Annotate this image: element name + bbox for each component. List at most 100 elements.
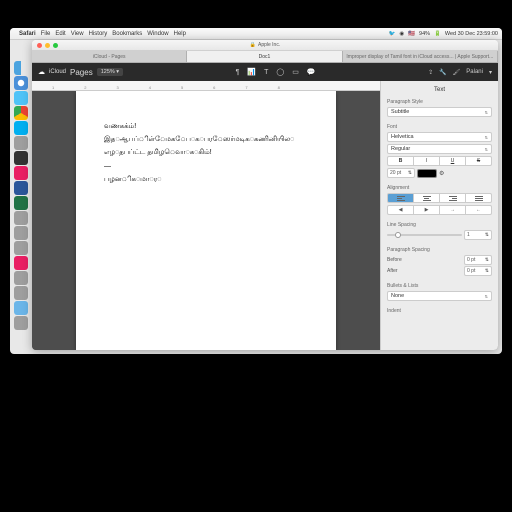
rtl-button[interactable]: ← xyxy=(466,205,492,215)
menu-history[interactable]: History xyxy=(89,31,108,37)
app-name[interactable]: Safari xyxy=(19,31,36,37)
italic-button[interactable]: I xyxy=(414,156,440,166)
para-spacing-label: Paragraph Spacing xyxy=(387,247,492,253)
font-weight-select[interactable]: Regular⇅ xyxy=(387,144,492,154)
line-spacing-label: Line Spacing xyxy=(387,222,492,228)
para-style-label: Paragraph Style xyxy=(387,99,492,105)
wifi-icon[interactable]: ◉ xyxy=(399,31,404,37)
desktop: Safari File Edit View History Bookmarks … xyxy=(10,28,502,354)
menubar-left: Safari File Edit View History Bookmarks … xyxy=(14,31,186,37)
indent-button[interactable]: ▶ xyxy=(414,205,440,215)
user-name[interactable]: Palani xyxy=(466,69,483,75)
font-family-select[interactable]: Helvetica⇅ xyxy=(387,132,492,142)
image-icon[interactable]: ▭ xyxy=(292,68,299,76)
align-justify-button[interactable] xyxy=(466,193,492,203)
battery-icon[interactable]: 🔋 xyxy=(434,31,441,37)
chart-icon[interactable]: 📊 xyxy=(247,68,256,76)
window-titlebar: 🔒 Apple Inc. xyxy=(32,40,498,51)
style-button-row: B I U S xyxy=(387,156,492,166)
document-page[interactable]: வணகக்ம்! இத◌ஆபப்ிள்ேமக◌ேப◌க◌பர◌ேஸர்மடிக◌… xyxy=(76,91,336,350)
comment-icon[interactable]: 💬 xyxy=(307,68,316,76)
dock xyxy=(11,58,31,348)
lock-icon: 🔒 xyxy=(250,42,256,48)
dock-app-icon[interactable] xyxy=(14,226,28,240)
document-scroll[interactable]: வணகக்ம்! இத◌ஆபப்ிள்ேமக◌ேப◌க◌பர◌ேஸர்மடிக◌… xyxy=(32,91,380,350)
flag-icon[interactable]: 🇺🇸 xyxy=(408,31,415,37)
menu-bookmarks[interactable]: Bookmarks xyxy=(112,31,142,37)
dock-app-icon[interactable] xyxy=(14,136,28,150)
after-stepper[interactable]: 0 pt⇅ xyxy=(464,266,492,276)
dock-itunes-icon[interactable] xyxy=(14,256,28,270)
dock-skype-icon[interactable] xyxy=(14,121,28,135)
indent-row: ◀ ▶ → ← xyxy=(387,205,492,215)
tab-doc1[interactable]: Doc1 xyxy=(187,51,342,62)
dock-app-icon[interactable] xyxy=(14,286,28,300)
zoom-button[interactable] xyxy=(53,43,58,48)
datetime[interactable]: Wed 30 Dec 23:59:00 xyxy=(445,31,498,37)
traffic-lights xyxy=(37,43,58,48)
chevron-updown-icon: ⇅ xyxy=(485,110,488,115)
pages-center-tools: ¶ 📊 T ◯ ▭ 💬 xyxy=(236,68,316,76)
menu-file[interactable]: File xyxy=(41,31,51,37)
tab-icloud-pages[interactable]: iCloud - Pages xyxy=(32,51,187,62)
safari-window: 🔒 Apple Inc. iCloud - Pages Doc1 Imprope… xyxy=(32,40,498,350)
underline-button[interactable]: U xyxy=(440,156,466,166)
dock-safari-icon[interactable] xyxy=(14,76,28,90)
shape-icon[interactable]: ◯ xyxy=(276,68,284,76)
dock-downloads-icon[interactable] xyxy=(14,301,28,315)
menu-help[interactable]: Help xyxy=(174,31,186,37)
tab-support[interactable]: Improper display of Tamil font in iCloud… xyxy=(343,51,498,62)
before-stepper[interactable]: 0 pt⇅ xyxy=(464,255,492,265)
dock-word-icon[interactable] xyxy=(14,181,28,195)
indent-label: Indent xyxy=(387,308,492,314)
color-swatch[interactable] xyxy=(417,169,437,178)
dock-terminal-icon[interactable] xyxy=(14,151,28,165)
dock-app-icon[interactable] xyxy=(14,241,28,255)
align-right-button[interactable] xyxy=(440,193,466,203)
align-center-button[interactable] xyxy=(414,193,440,203)
url-host: Apple Inc. xyxy=(258,42,280,48)
bold-button[interactable]: B xyxy=(387,156,414,166)
dock-trash-icon[interactable] xyxy=(14,316,28,330)
doc-line: எழ◌தபப்ட்ட தமிழ◌ெவா◌க◌கிம்! xyxy=(104,147,308,158)
tools-icon[interactable]: 🔧 xyxy=(439,69,446,76)
menubar-right: 🐦 ◉ 🇺🇸 94% 🔋 Wed 30 Dec 23:59:00 xyxy=(388,31,498,37)
line-spacing-slider[interactable]: 1⇅ xyxy=(387,230,492,240)
text-icon[interactable]: T xyxy=(264,69,268,76)
dock-app-icon[interactable] xyxy=(14,211,28,225)
dock-app-icon[interactable] xyxy=(14,271,28,285)
font-size-stepper[interactable]: 20 pt⇅ xyxy=(387,168,415,178)
paragraph-icon[interactable]: ¶ xyxy=(236,69,240,76)
close-button[interactable] xyxy=(37,43,42,48)
outdent-button[interactable]: ◀ xyxy=(387,205,414,215)
format-sidebar: Text Paragraph Style Subtitle⇅ Font Helv… xyxy=(380,81,498,350)
ltr-button[interactable]: → xyxy=(440,205,466,215)
icloud-icon[interactable]: ☁ xyxy=(38,68,45,76)
dock-mail-icon[interactable] xyxy=(14,91,28,105)
macos-menubar: Safari File Edit View History Bookmarks … xyxy=(10,28,502,40)
gear-icon[interactable]: ⚙ xyxy=(439,170,444,177)
twitter-icon[interactable]: 🐦 xyxy=(388,31,395,37)
line-spacing-stepper[interactable]: 1⇅ xyxy=(464,230,492,240)
strike-button[interactable]: S xyxy=(466,156,492,166)
bullets-select[interactable]: None⇅ xyxy=(387,291,492,301)
minimize-button[interactable] xyxy=(45,43,50,48)
menu-edit[interactable]: Edit xyxy=(55,31,65,37)
before-label: Before xyxy=(387,257,402,263)
ruler[interactable]: 1 2 3 4 5 6 7 8 xyxy=(32,81,380,91)
para-style-select[interactable]: Subtitle⇅ xyxy=(387,107,492,117)
dock-chrome-icon[interactable] xyxy=(14,106,28,120)
user-menu-chevron[interactable]: ▾ xyxy=(489,69,492,76)
share-icon[interactable]: ⇪ xyxy=(428,69,433,76)
address-bar[interactable]: 🔒 Apple Inc. xyxy=(250,42,280,48)
dock-app-icon[interactable] xyxy=(14,166,28,180)
align-left-button[interactable] xyxy=(387,193,414,203)
zoom-select[interactable]: 125% ▾ xyxy=(97,68,123,76)
menu-window[interactable]: Window xyxy=(147,31,168,37)
format-icon[interactable]: 🖌 xyxy=(453,69,461,76)
battery-percent: 94% xyxy=(419,31,430,37)
after-label: After xyxy=(387,268,398,274)
menu-view[interactable]: View xyxy=(71,31,84,37)
dock-finder-icon[interactable] xyxy=(14,61,28,75)
dock-excel-icon[interactable] xyxy=(14,196,28,210)
